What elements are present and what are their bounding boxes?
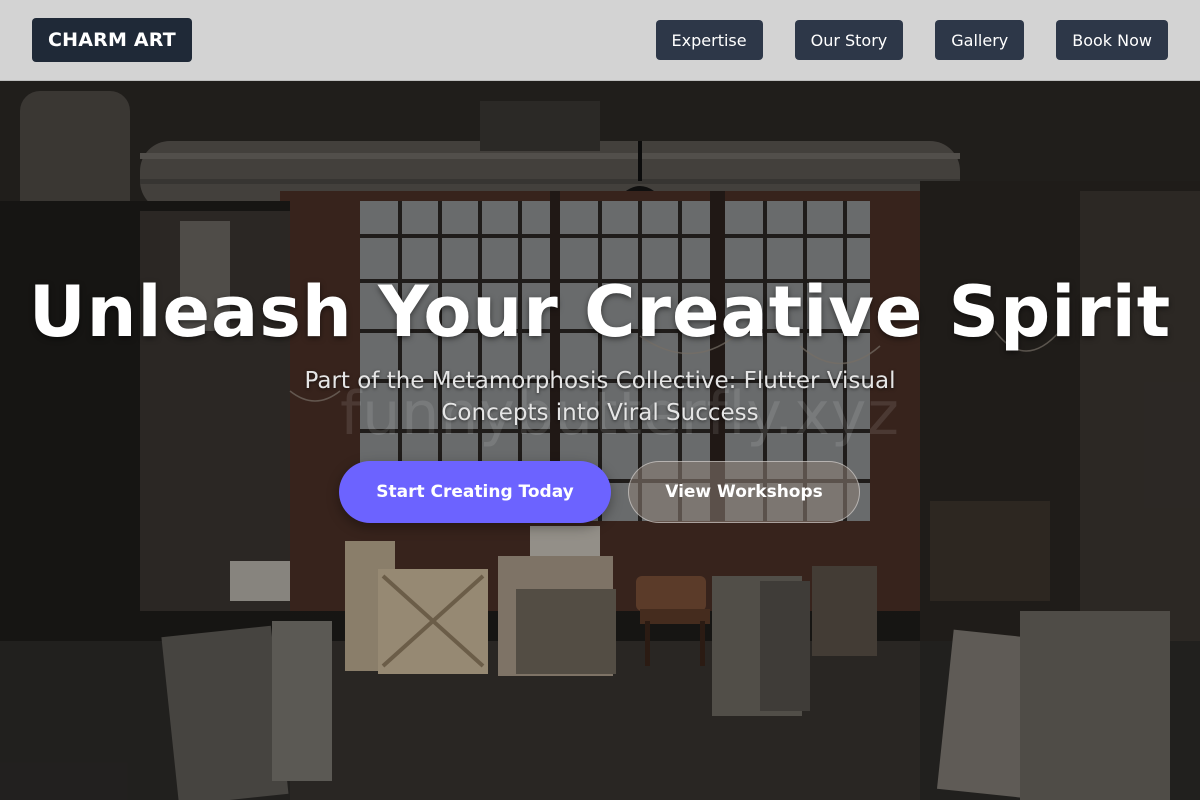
nav-book-now-button[interactable]: Book Now (1056, 20, 1168, 60)
site-header: CHARM ART Expertise Our Story Gallery Bo… (0, 0, 1200, 81)
hero-subtitle: Part of the Metamorphosis Collective: Fl… (304, 368, 896, 426)
start-creating-button[interactable]: Start Creating Today (339, 461, 611, 523)
view-workshops-button[interactable]: View Workshops (628, 461, 860, 523)
nav-our-story-button[interactable]: Our Story (794, 20, 904, 60)
nav-gallery-button[interactable]: Gallery (935, 20, 1025, 60)
nav-expertise-button[interactable]: Expertise (655, 20, 763, 60)
brand-logo[interactable]: CHARM ART (32, 18, 192, 62)
main-nav: Expertise Our Story Gallery Book Now (655, 20, 1168, 60)
hero-content: funnybutterfly.xyz Unleash Your Creative… (0, 81, 1200, 800)
cta-row: Start Creating Today View Workshops (339, 461, 860, 523)
hero-title: Unleash Your Creative Spirit (28, 271, 1172, 353)
hero-section: funnybutterfly.xyz Unleash Your Creative… (0, 81, 1200, 800)
